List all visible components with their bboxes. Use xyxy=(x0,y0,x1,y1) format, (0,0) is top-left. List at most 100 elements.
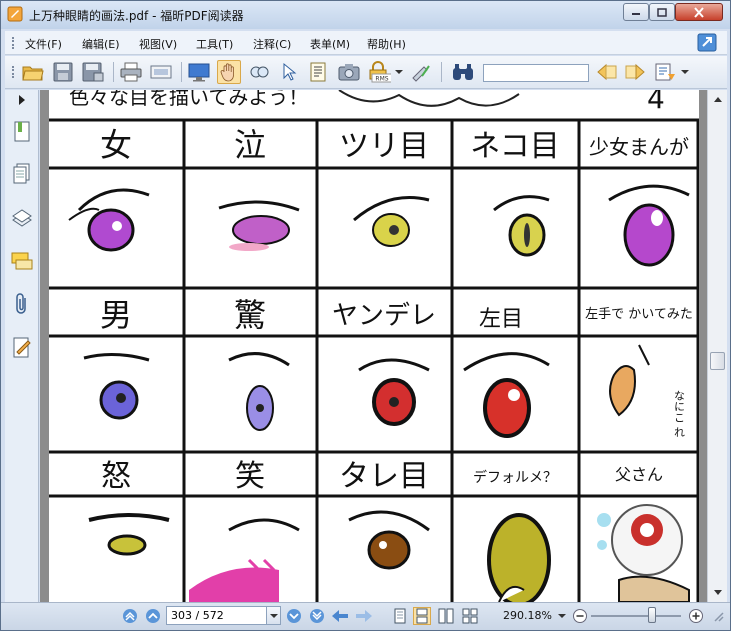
label-surprise: 驚 xyxy=(234,296,266,334)
sign-icon[interactable] xyxy=(409,60,433,84)
zoom-in-icon[interactable] xyxy=(687,607,705,625)
menu-bar: 文件(F) 编辑(E) 视图(V) 工具(T) 注释(C) 表单(M) 帮助(H… xyxy=(5,31,727,55)
menu-view[interactable]: 视图(V) xyxy=(139,36,177,52)
scroll-thumb[interactable] xyxy=(710,352,725,370)
zoom-level[interactable]: 290.18% xyxy=(503,609,552,622)
search-input[interactable] xyxy=(483,64,589,82)
foxit-app-icon xyxy=(7,6,23,22)
single-page-view-icon[interactable] xyxy=(391,607,409,625)
previous-page-icon[interactable] xyxy=(144,607,162,625)
eye-drawing-father xyxy=(597,504,690,602)
app-window: 上万种眼睛的画法.pdf - 福昕PDF阅读器 文件(F) 编辑(E) 视图(V… xyxy=(0,0,731,631)
scan-icon[interactable] xyxy=(149,60,173,84)
label-left-hand: 左手で かいてみた xyxy=(585,307,693,322)
table-grid xyxy=(49,118,699,602)
pages-thumbnails-icon[interactable] xyxy=(11,162,33,186)
navigation-sidebar xyxy=(5,90,39,602)
label-tsurime: ツリ目 xyxy=(339,129,429,164)
document-viewer[interactable]: 色々な目を描いてみよう！ 4 女 泣 ツリ目 ネコ目 少女まんが 男 驚 ヤンデ… xyxy=(40,90,707,602)
continuous-facing-icon[interactable] xyxy=(461,607,479,625)
zoom-tool-icon[interactable] xyxy=(247,60,271,84)
search-options-icon[interactable] xyxy=(653,60,677,84)
eye-drawing-cry xyxy=(218,200,300,251)
attachments-icon[interactable] xyxy=(11,292,33,316)
full-screen-icon[interactable] xyxy=(187,60,211,84)
find-binoculars-icon[interactable] xyxy=(451,60,475,84)
signatures-icon[interactable] xyxy=(11,336,33,360)
zoom-slider-track[interactable] xyxy=(591,615,681,617)
snapshot-icon[interactable] xyxy=(337,60,361,84)
label-shoujo-manga: 少女まんが xyxy=(589,135,689,159)
menu-tools[interactable]: 工具(T) xyxy=(196,36,233,52)
header-mark: 4 xyxy=(647,90,665,115)
eye-drawing-nekome xyxy=(493,195,550,257)
zoom-dropdown-icon[interactable] xyxy=(557,607,567,625)
scroll-down-icon[interactable] xyxy=(708,584,727,600)
find-previous-icon[interactable] xyxy=(595,60,619,84)
label-cry: 泣 xyxy=(234,126,266,164)
rms-protect-icon[interactable]: RMS xyxy=(367,60,391,84)
comments-icon[interactable] xyxy=(11,250,33,274)
menu-edit[interactable]: 编辑(E) xyxy=(82,36,120,52)
next-page-icon[interactable] xyxy=(285,607,303,625)
menu-comment[interactable]: 注释(C) xyxy=(253,36,291,52)
page-content: 色々な目を描いてみよう！ 4 女 泣 ツリ目 ネコ目 少女まんが 男 驚 ヤンデ… xyxy=(49,90,699,602)
bookmarks-icon[interactable] xyxy=(11,120,33,144)
page-number-input[interactable]: 303 / 572 xyxy=(166,606,281,625)
label-anger: 怒 xyxy=(101,459,131,494)
first-page-icon[interactable] xyxy=(121,607,139,625)
menu-grip xyxy=(12,37,14,49)
zoom-slider-thumb[interactable] xyxy=(648,607,656,623)
menu-help[interactable]: 帮助(H) xyxy=(367,36,406,52)
eye-drawing-left-eye xyxy=(463,352,550,438)
toolbar-separator xyxy=(441,62,442,82)
pdf-page: 色々な目を描いてみよう！ 4 女 泣 ツリ目 ネコ目 少女まんが 男 驚 ヤンデ… xyxy=(49,90,699,602)
select-tool-icon[interactable] xyxy=(277,60,301,84)
vertical-scrollbar[interactable] xyxy=(707,90,727,602)
close-button[interactable] xyxy=(675,3,723,21)
resize-grip-icon[interactable] xyxy=(711,607,725,625)
search-dropdown-icon[interactable] xyxy=(679,60,691,84)
find-next-icon[interactable] xyxy=(623,60,647,84)
label-father: 父さん xyxy=(615,465,663,484)
go-back-icon[interactable] xyxy=(331,607,349,625)
label-nekome: ネコ目 xyxy=(470,129,559,164)
expand-sidebar-icon[interactable] xyxy=(11,92,33,108)
rms-dropdown-icon[interactable] xyxy=(393,60,405,84)
menu-file[interactable]: 文件(F) xyxy=(25,36,62,52)
label-left-eye: 左目 xyxy=(479,307,523,332)
label-woman: 女 xyxy=(100,126,132,164)
save-as-icon[interactable] xyxy=(81,60,105,84)
eye-drawing-shoujo xyxy=(608,184,690,267)
eye-drawing-yandere xyxy=(358,358,430,426)
go-forward-icon[interactable] xyxy=(355,607,373,625)
page-dropdown-icon[interactable] xyxy=(266,607,280,624)
layers-icon[interactable] xyxy=(11,206,33,230)
eye-drawing-deformed xyxy=(487,513,551,602)
eye-drawing-tsurime xyxy=(353,196,430,247)
facing-view-icon[interactable] xyxy=(437,607,455,625)
rms-label: RMS xyxy=(375,76,388,83)
eye-drawing-anger xyxy=(88,513,170,556)
print-icon[interactable] xyxy=(119,60,143,84)
eye-drawing-man xyxy=(83,352,150,420)
title-bar: 上万种眼睛的画法.pdf - 福昕PDF阅读器 xyxy=(1,1,730,29)
restore-toolbar-icon[interactable] xyxy=(697,33,717,52)
zoom-out-icon[interactable] xyxy=(571,607,589,625)
open-icon[interactable] xyxy=(21,60,45,84)
label-tareme: タレ目 xyxy=(339,459,429,494)
eye-drawing-woman xyxy=(68,188,150,252)
text-select-icon[interactable] xyxy=(307,60,331,84)
minimize-button[interactable] xyxy=(623,3,649,21)
scroll-up-icon[interactable] xyxy=(708,92,727,108)
page-number-text: 303 / 572 xyxy=(171,609,224,622)
header-sketch-lines xyxy=(338,90,520,107)
last-page-icon[interactable] xyxy=(308,607,326,625)
continuous-view-icon[interactable] xyxy=(413,607,431,625)
eye-drawing-laugh xyxy=(189,518,300,602)
menu-form[interactable]: 表单(M) xyxy=(310,36,350,52)
save-icon[interactable] xyxy=(51,60,75,84)
maximize-button[interactable] xyxy=(649,3,675,21)
eye-drawing-left-hand xyxy=(609,344,650,417)
hand-tool-icon[interactable] xyxy=(217,60,241,84)
